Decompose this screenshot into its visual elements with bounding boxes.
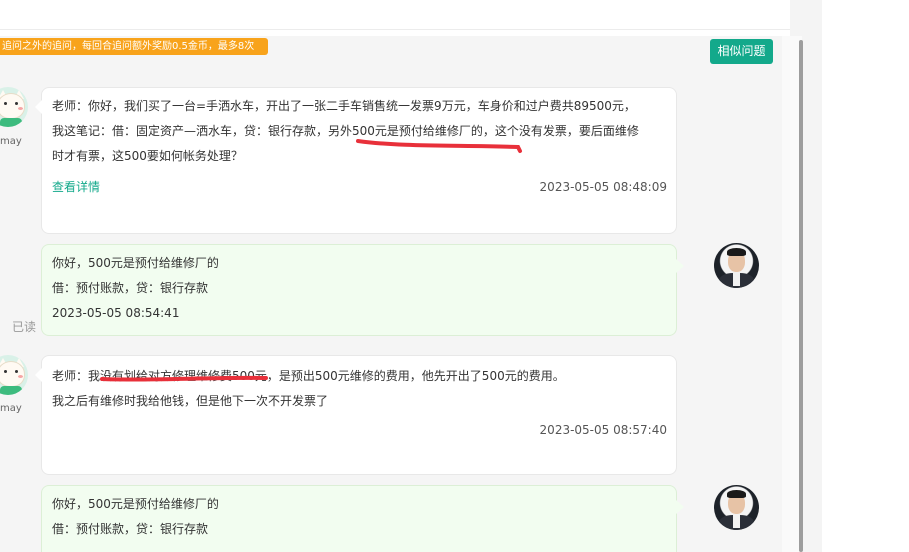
followup-bubble: 老师：我没有划给对方修理维修费500元，是预出500元维修的费用，他先开出了50… [35, 355, 677, 475]
answer-bubble: 你好，500元是预付给维修厂的 借：预付账款，贷：银行存款 2023-05-05… [41, 244, 684, 336]
similar-questions-button[interactable]: 相似问题 [710, 39, 773, 64]
message-line: 时才有票，这500要如何帐务处理？ [52, 149, 243, 163]
message-line: 你好，500元是预付给维修厂的 [52, 256, 219, 270]
top-bar [0, 0, 790, 30]
scrollbar-thumb[interactable] [799, 40, 803, 552]
answer-bubble: 你好，500元是预付给维修厂的 借：预付账款，贷：银行存款 [41, 485, 684, 552]
message-timestamp: 2023-05-05 08:48:09 [539, 180, 667, 194]
message-line: 老师：你好，我们买了一台=手洒水车，开出了一张二手车销售统一发票9万元，车身价和… [52, 99, 636, 113]
bonus-notice-banner: 追问之外的追问，每回合追问额外奖励0.5金币，最多8次 [0, 38, 268, 55]
message-line: 我之后有维修时我给他钱，但是他下一次不开发票了 [52, 394, 329, 408]
teacher-avatar[interactable] [714, 243, 759, 288]
student-name: may [0, 403, 22, 414]
message-line: 我这笔记：借：固定资产—洒水车，贷：银行存款，另外500元是预付给维修厂的，这个… [52, 124, 639, 138]
teacher-avatar[interactable] [714, 485, 759, 530]
message-line: 借：预付账款，贷：银行存款 [52, 281, 209, 295]
read-status: 已读 [12, 320, 37, 334]
message-timestamp: 2023-05-05 08:57:40 [539, 423, 667, 437]
view-details-link[interactable]: 查看详情 [52, 175, 100, 200]
message-timestamp: 2023-05-05 08:54:41 [52, 306, 180, 320]
student-name: may [0, 136, 22, 147]
message-line: 借：预付账款，贷：银行存款 [52, 522, 209, 536]
message-line: 老师：我没有划给对方修理维修费500元，是预出500元维修的费用，他先开出了50… [52, 369, 565, 383]
message-line: 你好，500元是预付给维修厂的 [52, 497, 219, 511]
question-bubble: 老师：你好，我们买了一台=手洒水车，开出了一张二手车销售统一发票9万元，车身价和… [35, 87, 677, 234]
